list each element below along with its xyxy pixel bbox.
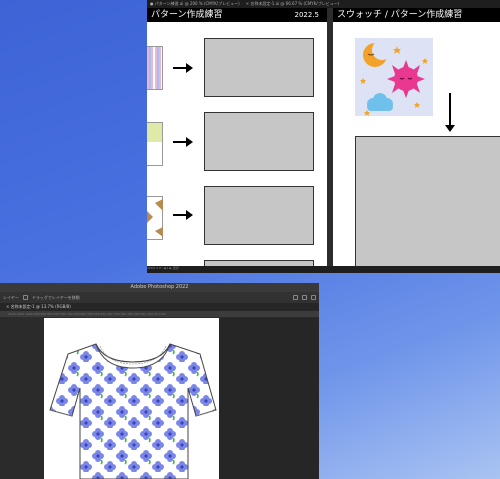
down-arrow-icon (445, 93, 455, 133)
artboard-swatch-practice[interactable]: スウォッチ / パターン作成練習 (333, 8, 500, 270)
cookie-pattern-sample[interactable] (147, 196, 163, 240)
desktop-background: ● パターン練習.ai @ 200 % (CMYK/プレビュー) × 名称未設定… (0, 0, 500, 479)
status-text: 200% ▾ 0° ◀ 1 ▶ 選択 (147, 266, 179, 270)
moon-icon (363, 40, 392, 67)
stripe-pattern-sample[interactable] (147, 46, 163, 90)
tab-untitled[interactable]: × 名称未設定-1.ai @ 66.67 % (CMYK/プレビュー) (246, 1, 340, 7)
right-arrow-icon (173, 210, 193, 220)
search-icon[interactable] (293, 295, 298, 300)
checkbox-icon[interactable] (22, 295, 28, 300)
artboard-title: パターン作成練習 (151, 10, 223, 20)
tshirt-mockup (49, 343, 217, 479)
pattern-placeholder-box[interactable] (204, 112, 314, 171)
ruler-numbers: 1100 1050 1000 950 900 850 800 750 700 6… (8, 312, 166, 316)
tab-pattern-practice[interactable]: ● パターン練習.ai @ 200 % (CMYK/プレビュー) (150, 1, 240, 7)
sun-icon (387, 60, 425, 98)
app-title: Adobe Photoshop 2022 (130, 284, 189, 290)
pattern-placeholder-box[interactable] (204, 38, 314, 97)
green-pattern-sample[interactable] (147, 122, 163, 166)
document-tab[interactable]: × 名称未設定-1 @ 13.7% (RGB/8) (0, 303, 319, 311)
share-icon[interactable] (311, 295, 316, 300)
move-option-text[interactable]: ドラッグでレイヤーを移動 (32, 295, 80, 301)
artboard-header: パターン作成練習 2022.5 (147, 8, 327, 22)
photoshop-title-bar: Adobe Photoshop 2022 (0, 283, 319, 292)
workspace-icon[interactable] (302, 295, 307, 300)
illustrator-tab-bar: ● パターン練習.ai @ 200 % (CMYK/プレビュー) × 名称未設定… (147, 0, 500, 8)
artboard-date: 2022.5 (294, 11, 320, 19)
pattern-result-box[interactable] (355, 136, 500, 270)
illustrator-window[interactable]: ● パターン練習.ai @ 200 % (CMYK/プレビュー) × 名称未設定… (147, 0, 500, 273)
artboard-header: スウォッチ / パターン作成練習 (333, 8, 500, 22)
document-tab-label: × 名称未設定-1 @ 13.7% (RGB/8) (6, 304, 71, 309)
illustrator-status-bar: 200% ▾ 0° ◀ 1 ▶ 選択 (147, 266, 500, 273)
photoshop-canvas[interactable] (44, 318, 219, 479)
horizontal-ruler: 1100 1050 1000 950 900 850 800 750 700 6… (0, 311, 319, 317)
cloud-icon (367, 93, 393, 111)
photoshop-options-bar: レイヤー ドラッグでレイヤーを移動 (0, 292, 319, 303)
pattern-placeholder-box[interactable] (204, 186, 314, 245)
right-arrow-icon (173, 63, 193, 73)
sun-moon-cloud-motif[interactable] (355, 38, 433, 116)
photoshop-pasteboard (219, 318, 319, 479)
layer-label: レイヤー (3, 294, 19, 300)
right-arrow-icon (173, 137, 193, 147)
artboard-title: スウォッチ / パターン作成練習 (337, 10, 463, 20)
artboard-pattern-practice[interactable]: パターン作成練習 2022.5 (147, 8, 327, 270)
